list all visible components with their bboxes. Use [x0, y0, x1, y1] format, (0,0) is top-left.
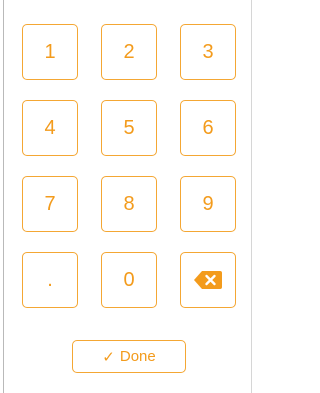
key-4[interactable]: 4: [22, 100, 78, 156]
key-5[interactable]: 5: [101, 100, 157, 156]
key-0[interactable]: 0: [101, 252, 157, 308]
key-3[interactable]: 3: [180, 24, 236, 80]
key-6[interactable]: 6: [180, 100, 236, 156]
key-7[interactable]: 7: [22, 176, 78, 232]
check-icon: ✓: [102, 347, 115, 366]
key-2[interactable]: 2: [101, 24, 157, 80]
key-1[interactable]: 1: [22, 24, 78, 80]
window-border-left: [3, 0, 4, 393]
key-8[interactable]: 8: [101, 176, 157, 232]
backspace-icon: [193, 270, 223, 290]
done-button-label: Done: [119, 348, 156, 365]
key-decimal[interactable]: .: [22, 252, 78, 308]
window-border-right: [251, 0, 252, 393]
numeric-keypad: 1 2 3 4 5 6 7 8 9 . 0: [22, 24, 236, 308]
backspace-button[interactable]: [180, 252, 236, 308]
key-9[interactable]: 9: [180, 176, 236, 232]
done-button[interactable]: ✓ Done: [72, 340, 186, 373]
